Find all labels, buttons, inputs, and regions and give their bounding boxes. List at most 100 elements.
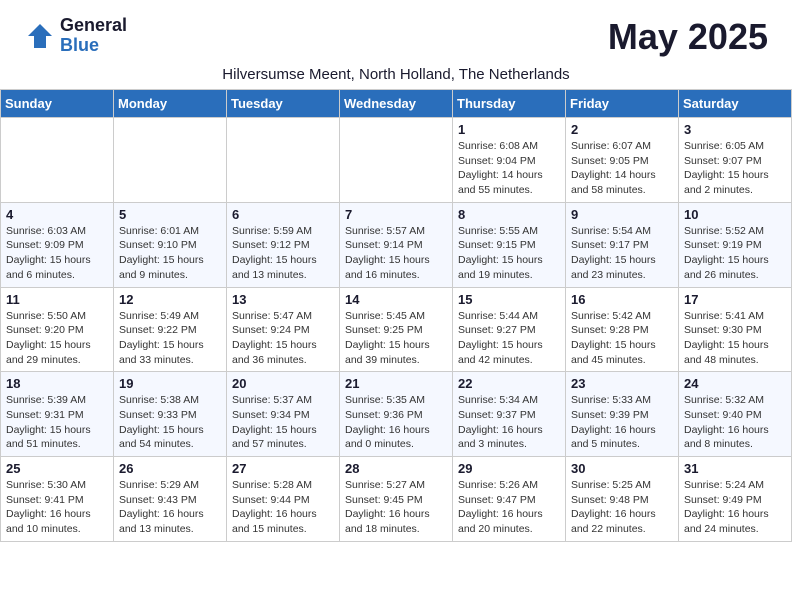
day-info: Sunrise: 6:05 AMSunset: 9:07 PMDaylight:… [684,139,786,198]
day-number: 21 [345,376,447,391]
day-info: Sunrise: 5:50 AMSunset: 9:20 PMDaylight:… [6,309,108,368]
logo: General Blue [24,16,127,56]
day-number: 31 [684,461,786,476]
month-title: May 2025 [608,16,768,58]
day-number: 4 [6,207,108,222]
day-number: 18 [6,376,108,391]
calendar-cell: 27 Sunrise: 5:28 AMSunset: 9:44 PMDayligh… [227,457,340,542]
calendar-week-row: 1 Sunrise: 6:08 AMSunset: 9:04 PMDaylight… [1,118,792,203]
day-info: Sunrise: 5:42 AMSunset: 9:28 PMDaylight:… [571,309,673,368]
day-number: 24 [684,376,786,391]
calendar-cell: 17Sunrise: 5:41 AMSunset: 9:30 PMDayligh… [679,287,792,372]
weekday-header: Wednesday [340,90,453,118]
day-number: 22 [458,376,560,391]
day-number: 10 [684,207,786,222]
weekday-header: Tuesday [227,90,340,118]
calendar-cell [340,118,453,203]
day-info: Sunrise: 5:54 AMSunset: 9:17 PMDaylight:… [571,224,673,283]
calendar-cell: 18 Sunrise: 5:39 AMSunset: 9:31 PMDayligh… [1,372,114,457]
calendar-cell: 3Sunrise: 6:05 AMSunset: 9:07 PMDaylight… [679,118,792,203]
day-number: 16 [571,292,673,307]
calendar-cell: 24 Sunrise: 5:32 AMSunset: 9:40 PMDayligh… [679,372,792,457]
day-info: Sunrise: 6:03 AMSunset: 9:09 PMDaylight:… [6,224,108,283]
calendar-cell: 11 Sunrise: 5:50 AMSunset: 9:20 PMDayligh… [1,287,114,372]
day-number: 5 [119,207,221,222]
calendar-cell: 13 Sunrise: 5:47 AMSunset: 9:24 PMDayligh… [227,287,340,372]
calendar-cell: 1 Sunrise: 6:08 AMSunset: 9:04 PMDaylight… [453,118,566,203]
day-info: Sunrise: 5:33 AMSunset: 9:39 PMDaylight:… [571,393,673,452]
calendar-cell [227,118,340,203]
day-info: Sunrise: 5:35 AMSunset: 9:36 PMDaylight:… [345,393,447,452]
day-number: 2 [571,122,673,137]
subtitle: Hilversumse Meent, North Holland, The Ne… [0,66,792,83]
day-number: 12 [119,292,221,307]
day-info: Sunrise: 6:08 AMSunset: 9:04 PMDaylight:… [458,139,560,198]
calendar-cell: 26 Sunrise: 5:29 AMSunset: 9:43 PMDayligh… [114,457,227,542]
calendar-week-row: 4 Sunrise: 6:03 AMSunset: 9:09 PMDaylight… [1,202,792,287]
day-number: 19 [119,376,221,391]
day-info: Sunrise: 5:26 AMSunset: 9:47 PMDaylight:… [458,478,560,537]
calendar-cell: 19Sunrise: 5:38 AMSunset: 9:33 PMDayligh… [114,372,227,457]
day-info: Sunrise: 5:47 AMSunset: 9:24 PMDaylight:… [232,309,334,368]
calendar-cell: 23Sunrise: 5:33 AMSunset: 9:39 PMDayligh… [566,372,679,457]
header: General Blue May 2025 [0,0,792,66]
calendar-cell [1,118,114,203]
day-number: 28 [345,461,447,476]
day-number: 25 [6,461,108,476]
calendar-cell [114,118,227,203]
logo-general: General [60,16,127,36]
calendar-week-row: 25Sunrise: 5:30 AMSunset: 9:41 PMDayligh… [1,457,792,542]
calendar-cell: 12 Sunrise: 5:49 AMSunset: 9:22 PMDayligh… [114,287,227,372]
logo-text: General Blue [60,16,127,56]
logo-icon [24,20,56,52]
weekday-header: Monday [114,90,227,118]
day-info: Sunrise: 5:49 AMSunset: 9:22 PMDaylight:… [119,309,221,368]
day-info: Sunrise: 5:57 AMSunset: 9:14 PMDaylight:… [345,224,447,283]
calendar-cell: 25Sunrise: 5:30 AMSunset: 9:41 PMDayligh… [1,457,114,542]
calendar-cell: 9 Sunrise: 5:54 AMSunset: 9:17 PMDaylight… [566,202,679,287]
day-info: Sunrise: 5:29 AMSunset: 9:43 PMDaylight:… [119,478,221,537]
calendar-cell: 15Sunrise: 5:44 AMSunset: 9:27 PMDayligh… [453,287,566,372]
day-number: 1 [458,122,560,137]
day-number: 20 [232,376,334,391]
day-info: Sunrise: 6:01 AMSunset: 9:10 PMDaylight:… [119,224,221,283]
day-number: 27 [232,461,334,476]
weekday-header-row: SundayMondayTuesdayWednesdayThursdayFrid… [1,90,792,118]
day-info: Sunrise: 5:55 AMSunset: 9:15 PMDaylight:… [458,224,560,283]
calendar-cell: 10 Sunrise: 5:52 AMSunset: 9:19 PMDayligh… [679,202,792,287]
day-number: 30 [571,461,673,476]
day-number: 14 [345,292,447,307]
day-info: Sunrise: 6:07 AMSunset: 9:05 PMDaylight:… [571,139,673,198]
day-number: 8 [458,207,560,222]
day-number: 26 [119,461,221,476]
day-number: 17 [684,292,786,307]
day-number: 15 [458,292,560,307]
day-info: Sunrise: 5:37 AMSunset: 9:34 PMDaylight:… [232,393,334,452]
calendar-cell: 7 Sunrise: 5:57 AMSunset: 9:14 PMDaylight… [340,202,453,287]
logo-blue: Blue [60,36,127,56]
calendar-cell: 14 Sunrise: 5:45 AMSunset: 9:25 PMDayligh… [340,287,453,372]
calendar-cell: 21 Sunrise: 5:35 AMSunset: 9:36 PMDayligh… [340,372,453,457]
weekday-header: Friday [566,90,679,118]
day-number: 9 [571,207,673,222]
day-info: Sunrise: 5:27 AMSunset: 9:45 PMDaylight:… [345,478,447,537]
day-info: Sunrise: 5:28 AMSunset: 9:44 PMDaylight:… [232,478,334,537]
weekday-header: Saturday [679,90,792,118]
weekday-header: Thursday [453,90,566,118]
calendar-cell: 5 Sunrise: 6:01 AMSunset: 9:10 PMDaylight… [114,202,227,287]
day-number: 13 [232,292,334,307]
day-number: 6 [232,207,334,222]
day-number: 11 [6,292,108,307]
calendar-cell: 30Sunrise: 5:25 AMSunset: 9:48 PMDayligh… [566,457,679,542]
day-info: Sunrise: 5:32 AMSunset: 9:40 PMDaylight:… [684,393,786,452]
calendar-cell: 8 Sunrise: 5:55 AMSunset: 9:15 PMDaylight… [453,202,566,287]
day-number: 7 [345,207,447,222]
weekday-header: Sunday [1,90,114,118]
calendar-cell: 20 Sunrise: 5:37 AMSunset: 9:34 PMDayligh… [227,372,340,457]
day-info: Sunrise: 5:24 AMSunset: 9:49 PMDaylight:… [684,478,786,537]
calendar-cell: 4 Sunrise: 6:03 AMSunset: 9:09 PMDaylight… [1,202,114,287]
day-info: Sunrise: 5:39 AMSunset: 9:31 PMDaylight:… [6,393,108,452]
day-info: Sunrise: 5:52 AMSunset: 9:19 PMDaylight:… [684,224,786,283]
day-info: Sunrise: 5:45 AMSunset: 9:25 PMDaylight:… [345,309,447,368]
calendar-cell: 2 Sunrise: 6:07 AMSunset: 9:05 PMDaylight… [566,118,679,203]
